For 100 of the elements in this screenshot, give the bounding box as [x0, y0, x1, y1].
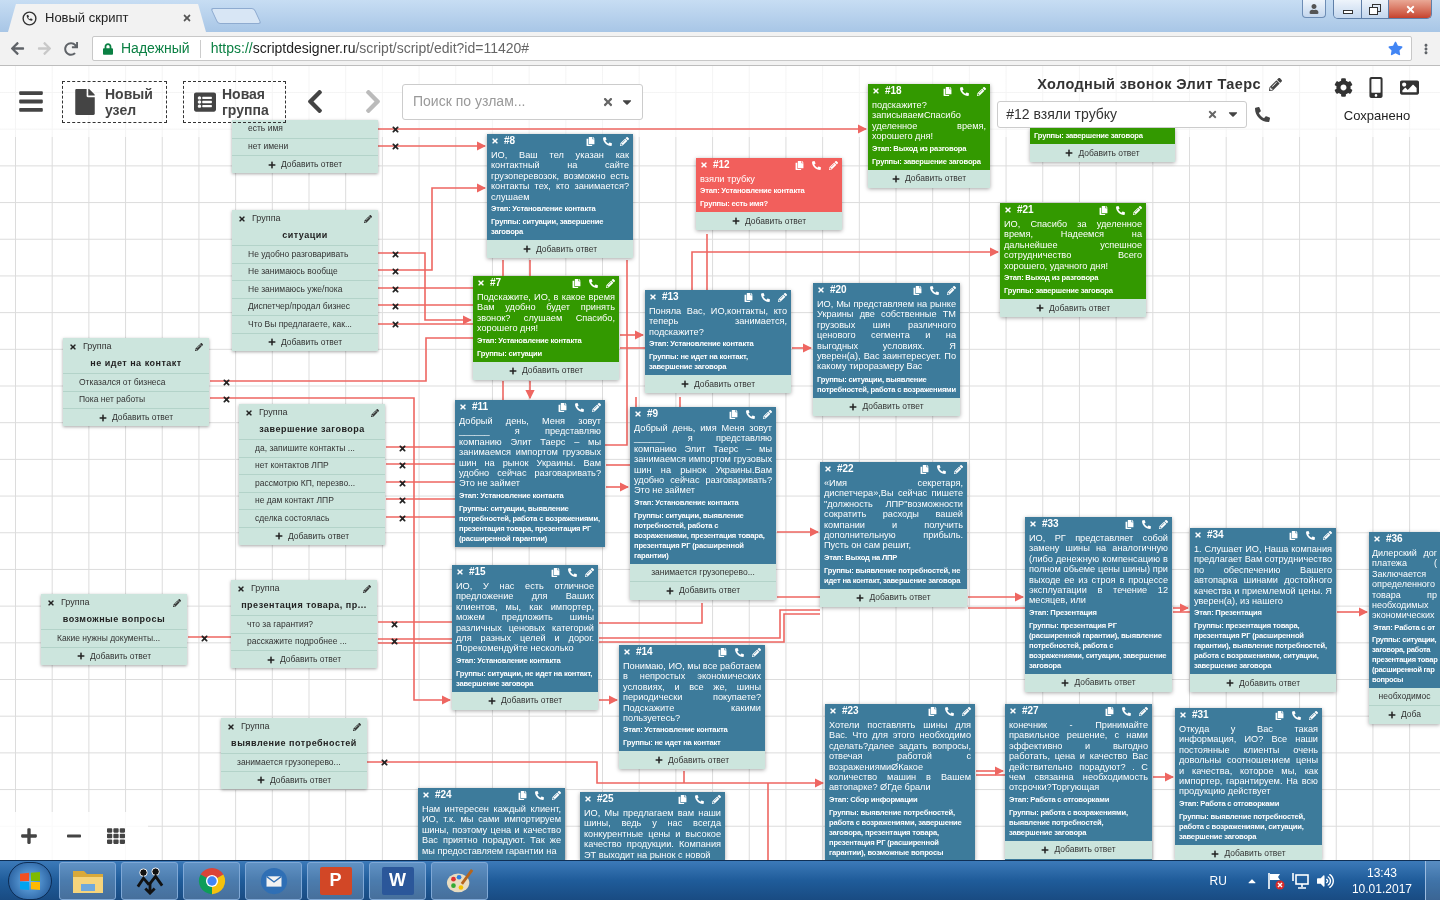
clear-icon[interactable] — [1207, 108, 1219, 120]
x-mark-icon[interactable] — [391, 284, 400, 294]
copy-icon[interactable] — [795, 160, 804, 170]
script-node[interactable] — [1005, 704, 1152, 860]
script-node[interactable] — [820, 462, 967, 607]
copy-icon[interactable] — [572, 278, 581, 288]
pencil-icon[interactable] — [371, 408, 379, 417]
chevron-left-icon[interactable] — [305, 88, 325, 115]
copy-icon[interactable] — [1289, 530, 1298, 540]
pencil-icon[interactable] — [1269, 77, 1282, 91]
phone-icon[interactable] — [761, 292, 770, 302]
x-mark-icon[interactable] — [237, 584, 245, 593]
pencil-icon[interactable] — [620, 136, 629, 146]
answer-row[interactable]: Какие нужны документы... — [41, 629, 187, 647]
x-mark-icon[interactable] — [238, 214, 246, 223]
settings-icon[interactable] — [1334, 78, 1353, 98]
image-icon[interactable] — [1399, 78, 1420, 98]
phone-icon[interactable] — [1306, 530, 1315, 540]
minimize-button[interactable] — [1334, 0, 1361, 18]
x-mark-icon[interactable] — [398, 513, 407, 523]
add-answer-button[interactable]: Добавить ответ — [1025, 673, 1172, 692]
add-answer-button[interactable]: Добавить ответ — [868, 169, 990, 188]
smartphone-icon[interactable] — [1369, 77, 1383, 99]
script-node[interactable] — [825, 704, 975, 860]
x-mark-icon[interactable] — [398, 478, 407, 488]
answer-row[interactable]: Не удобно разговаривать — [232, 245, 378, 263]
answer-row[interactable]: Не занимаюсь уже/пока — [232, 280, 378, 298]
add-answer-button[interactable]: Добавить ответ — [239, 526, 385, 545]
pencil-icon[interactable] — [585, 567, 594, 577]
answer-row[interactable]: рассмотрю КП, перезво... — [239, 474, 385, 492]
answer-row[interactable]: занимается грузоперево... — [221, 753, 367, 771]
phone-icon[interactable] — [575, 402, 584, 412]
phone-icon[interactable] — [746, 409, 755, 419]
script-node[interactable] — [1369, 532, 1440, 724]
copy-icon[interactable] — [928, 706, 937, 716]
copy-icon[interactable] — [551, 567, 560, 577]
copy-icon[interactable] — [729, 409, 738, 419]
address-field[interactable]: Надежный https://scriptdesigner.ru/script/script/edit?id=11420# — [92, 36, 1412, 61]
add-answer-button[interactable]: Добавить ответ — [1190, 674, 1336, 693]
x-mark-icon[interactable] — [380, 757, 389, 767]
phone-icon[interactable] — [945, 706, 954, 716]
phone-icon[interactable] — [1292, 710, 1301, 720]
copy-icon[interactable] — [678, 794, 687, 804]
x-mark-icon[interactable] — [245, 408, 253, 417]
pencil-icon[interactable] — [752, 647, 761, 657]
answer-row[interactable]: что за гарантия? — [231, 615, 377, 633]
add-answer-button[interactable]: Добавить ответ — [473, 361, 619, 380]
pencil-icon[interactable] — [173, 598, 181, 607]
x-mark-icon[interactable] — [398, 461, 407, 470]
taskbar-button[interactable] — [59, 861, 116, 900]
add-answer-button[interactable]: Добавить ответ — [452, 691, 598, 710]
answer-row[interactable]: необходимос — [1369, 687, 1440, 706]
copy-icon[interactable] — [1125, 519, 1134, 529]
x-mark-icon[interactable] — [398, 496, 407, 505]
add-answer-button[interactable]: Добавить ответ — [1005, 840, 1152, 859]
star-icon[interactable] — [1388, 41, 1403, 56]
answer-row[interactable]: Что Вы предлагаете, как... — [232, 315, 378, 333]
x-mark-icon[interactable] — [222, 377, 231, 387]
clear-icon[interactable] — [602, 95, 614, 108]
answer-row[interactable]: да, запишите контакты ... — [239, 439, 385, 457]
phone-icon[interactable] — [735, 647, 744, 657]
answer-row[interactable]: Диспетчер/продал бизнес — [232, 297, 378, 315]
browser-tab[interactable]: Новый скрипт — [8, 4, 206, 32]
pencil-icon[interactable] — [712, 794, 721, 804]
copy-icon[interactable] — [1105, 706, 1114, 716]
reload-icon[interactable] — [64, 41, 78, 56]
phone-icon[interactable] — [568, 567, 577, 577]
speaker-icon[interactable] — [1316, 872, 1334, 889]
phone-icon[interactable] — [603, 136, 612, 146]
pencil-icon[interactable] — [552, 790, 561, 800]
script-node[interactable] — [1190, 528, 1336, 693]
script-node[interactable] — [1025, 517, 1172, 692]
kebab-menu-icon[interactable] — [1424, 41, 1428, 56]
x-mark-icon[interactable] — [391, 267, 400, 276]
script-node[interactable] — [1175, 708, 1322, 860]
pencil-icon[interactable] — [363, 584, 371, 593]
taskbar-button[interactable] — [121, 861, 178, 900]
show-desktop-button[interactable] — [1425, 861, 1440, 900]
pencil-icon[interactable] — [962, 706, 971, 716]
x-mark-icon[interactable] — [222, 395, 231, 404]
new-group-button[interactable]: Новая группа — [183, 80, 286, 123]
pencil-icon[interactable] — [195, 342, 203, 351]
x-mark-icon[interactable] — [47, 598, 55, 607]
phone-icon[interactable] — [1142, 519, 1151, 529]
pencil-icon[interactable] — [954, 464, 963, 474]
add-answer-button[interactable]: Добавить ответ — [221, 770, 367, 789]
x-mark-icon[interactable] — [227, 722, 235, 731]
answer-row[interactable]: Отказался от бизнеса — [63, 373, 209, 391]
add-answer-button[interactable]: Добавить ответ — [231, 650, 377, 668]
add-answer-button[interactable]: Добавить ответ — [820, 588, 967, 607]
restore-button[interactable] — [1361, 0, 1388, 18]
pencil-icon[interactable] — [353, 722, 361, 731]
taskbar-button[interactable]: W — [369, 861, 426, 900]
clock-time[interactable]: 13:43 — [1366, 864, 1397, 881]
copy-icon[interactable] — [558, 402, 567, 412]
x-mark-icon[interactable] — [391, 319, 400, 329]
phone-icon[interactable] — [695, 794, 704, 804]
copy-icon[interactable] — [518, 790, 527, 800]
close-icon[interactable] — [182, 13, 192, 23]
phone-icon[interactable] — [535, 790, 544, 800]
